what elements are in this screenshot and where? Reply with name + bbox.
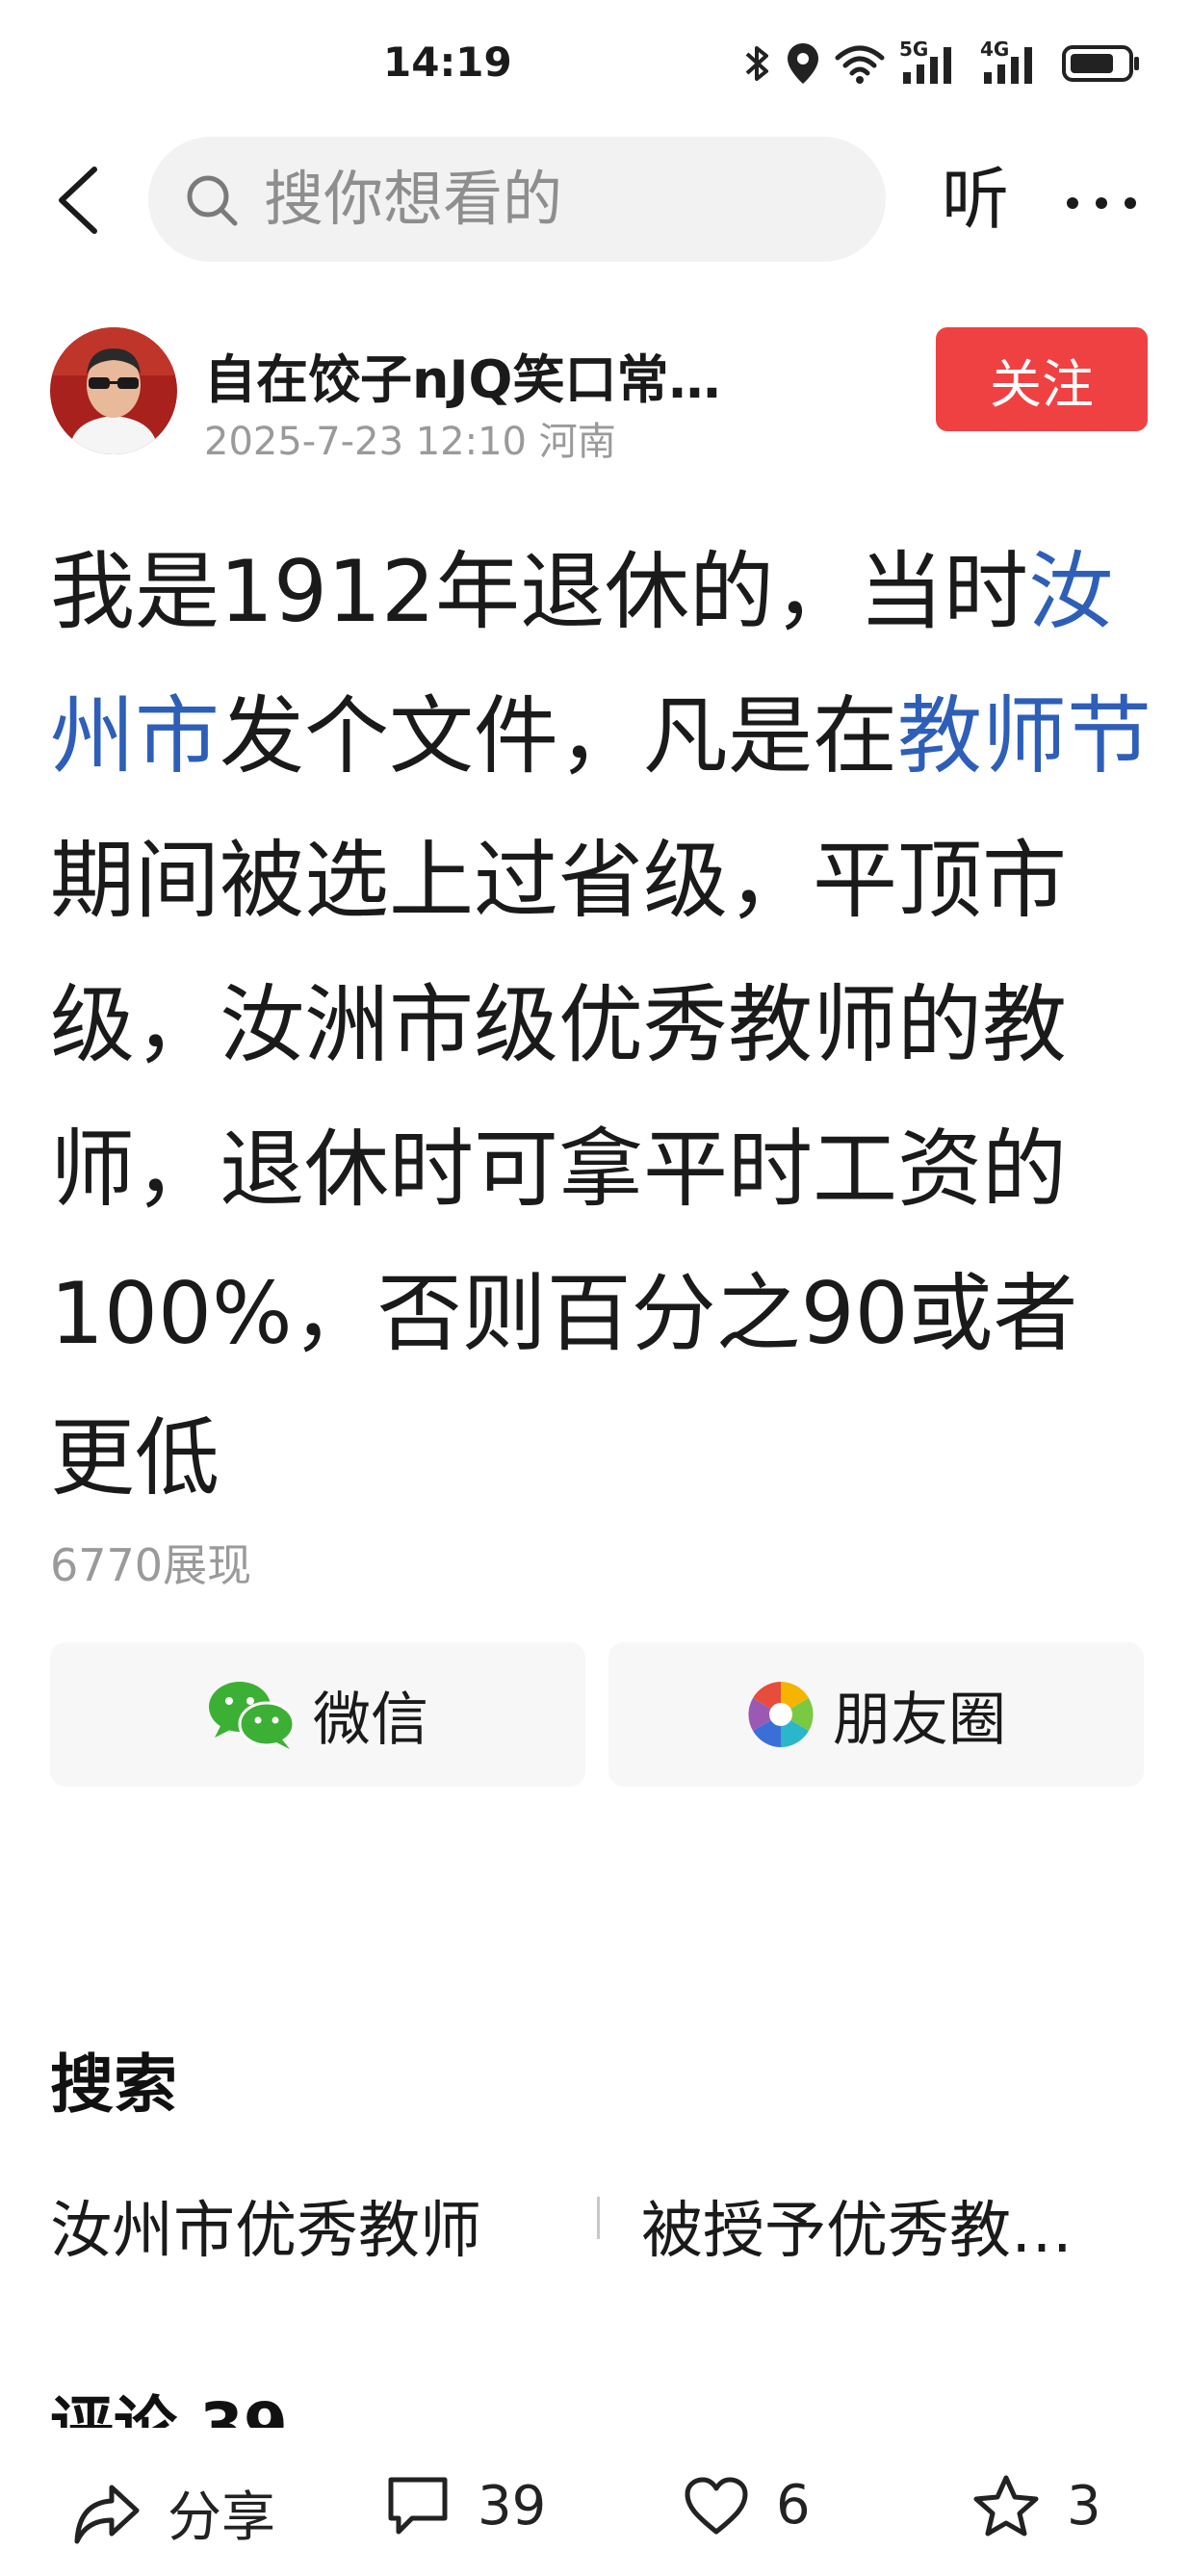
status-bar: 14:19 5G 4G (0, 0, 1190, 125)
post-text: 期间被选上过省级，平顶市级，汝洲市级优秀教师的教师，退休时可拿平时工资的100%… (50, 831, 1078, 1507)
like-count: 6 (776, 2474, 811, 2537)
share-button[interactable]: 分享 (73, 2474, 275, 2552)
author-row: 自在饺子nJQ笑口常… 2025-7-23 12:10 河南 关注 (0, 327, 1190, 464)
signal-5g: 5G (899, 38, 967, 88)
listen-button[interactable]: 听 (942, 159, 1009, 240)
top-nav: 搜你想看的 听 (0, 135, 1190, 270)
share-icon (74, 2485, 140, 2543)
avatar[interactable] (50, 327, 177, 454)
search-placeholder: 搜你想看的 (264, 164, 563, 234)
comment-count: 39 (478, 2474, 547, 2537)
share-wechat-label: 微信 (313, 1686, 428, 1754)
signal-icon (903, 47, 951, 84)
favorite-button[interactable]: 3 (972, 2474, 1101, 2537)
share-moments-label: 朋友圈 (833, 1686, 1006, 1754)
comments-title: 评论 39 (50, 2389, 288, 2428)
more-options-icon[interactable] (1063, 189, 1140, 218)
share-wechat-button[interactable]: 微信 (50, 1642, 585, 1787)
wifi-icon (835, 45, 885, 84)
search-icon (187, 175, 238, 226)
post-timestamp: 2025-7-23 12:10 河南 (204, 420, 616, 464)
comment-button[interactable]: 39 (385, 2474, 546, 2537)
search-suggestion[interactable]: 被授予优秀教… (641, 2181, 1073, 2270)
topic-link[interactable]: 教师节 (897, 686, 1151, 786)
moments-icon (748, 1682, 814, 1747)
signal-icon (984, 47, 1032, 84)
star-icon (973, 2475, 1039, 2537)
heart-icon (685, 2477, 748, 2534)
search-input[interactable]: 搜你想看的 (148, 137, 886, 262)
battery-icon (1062, 45, 1139, 82)
suggestion-divider (597, 2197, 600, 2239)
bottom-action-bar: 分享 39 6 3 (0, 2445, 1190, 2576)
comment-icon (388, 2477, 448, 2535)
bluetooth-icon (745, 46, 768, 81)
author-name[interactable]: 自在饺子nJQ笑口常… (204, 337, 720, 413)
wechat-icon (209, 1682, 296, 1749)
signal-4g: 4G (980, 38, 1048, 88)
post-text: 我是1912年退休的，当时 (50, 542, 1028, 641)
follow-button[interactable]: 关注 (936, 327, 1148, 431)
like-button[interactable]: 6 (684, 2474, 811, 2537)
status-time: 14:19 (383, 39, 512, 86)
location-icon (788, 43, 818, 84)
share-label: 分享 (168, 2486, 275, 2549)
share-moments-button[interactable]: 朋友圈 (608, 1642, 1144, 1787)
view-count: 6770展现 (50, 1539, 252, 1591)
search-suggestion[interactable]: 汝州市优秀教师 (50, 2181, 481, 2270)
search-section-title: 搜索 (50, 2048, 177, 2122)
favorite-count: 3 (1067, 2474, 1101, 2537)
post-content: 我是1912年退休的，当时汝州市发个文件，凡是在教师节期间被选上过省级，平顶市级… (50, 520, 1157, 1531)
status-icons: 5G 4G (743, 37, 1142, 90)
post-text: 发个文件，凡是在 (220, 686, 898, 786)
back-button[interactable] (46, 162, 114, 239)
